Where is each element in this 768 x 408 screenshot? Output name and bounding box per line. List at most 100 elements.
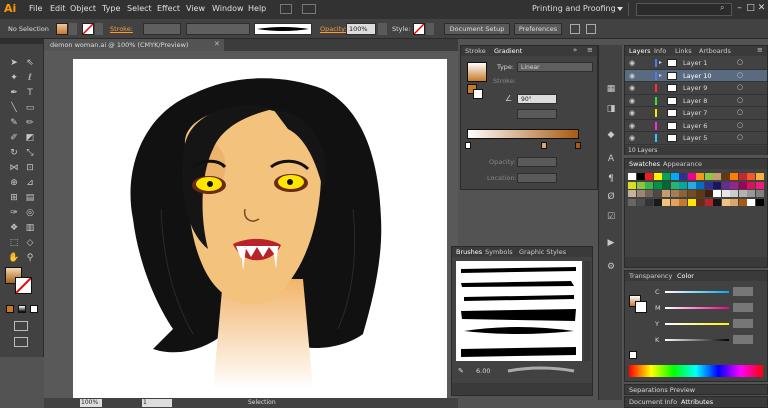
rectangle-tool-icon[interactable]: ▭	[24, 102, 36, 114]
expand-arrow-icon[interactable]: ▸	[659, 72, 662, 79]
color-swatch[interactable]	[738, 198, 747, 206]
color-swatch[interactable]	[679, 190, 687, 197]
color-swatch[interactable]	[713, 190, 721, 197]
eyedropper-tool-icon[interactable]: ✑	[8, 207, 20, 219]
menu-file[interactable]: File	[29, 4, 42, 13]
search-icon[interactable]: ⌕	[720, 3, 724, 13]
tab-transparency[interactable]: Transparency	[629, 272, 672, 280]
layer-row[interactable]: ◉ Layer 9 ○	[625, 82, 767, 95]
color-swatch[interactable]	[747, 173, 755, 180]
color-swatch[interactable]	[755, 198, 764, 206]
screen-mode-icon[interactable]	[14, 337, 28, 347]
variable-width-profile[interactable]	[186, 23, 250, 35]
color-swatch[interactable]	[704, 198, 713, 206]
tab-color[interactable]: Color	[677, 272, 694, 280]
gradient-mode-icon[interactable]	[18, 305, 26, 313]
target-icon[interactable]: ○	[737, 96, 743, 104]
color-swatch[interactable]	[645, 173, 653, 180]
layer-name[interactable]: Layer 6	[683, 122, 707, 130]
color-swatch[interactable]	[696, 173, 704, 180]
eye-icon[interactable]: ◉	[629, 109, 635, 117]
checklist-panel-icon[interactable]: ☑	[605, 211, 617, 223]
menu-window[interactable]: Window	[212, 4, 244, 13]
color-swatch[interactable]	[628, 181, 636, 189]
layer-name[interactable]: Layer 1	[683, 59, 707, 67]
color-swatch[interactable]	[653, 173, 662, 180]
stroke-dropdown[interactable]	[95, 23, 103, 35]
color-swatch[interactable]	[670, 198, 679, 206]
line-tool-icon[interactable]: ╲	[8, 102, 20, 114]
color-swatch[interactable]	[670, 190, 679, 197]
transform-panel-icon[interactable]: ▦	[605, 83, 617, 95]
layer-name[interactable]: Layer 8	[683, 97, 707, 105]
color-swatch[interactable]	[738, 190, 747, 197]
color-swatch[interactable]	[747, 198, 755, 206]
layer-name[interactable]: Layer 5	[683, 134, 707, 142]
menu-effect[interactable]: Effect	[157, 4, 180, 13]
eye-icon[interactable]: ◉	[629, 72, 635, 80]
color-swatch[interactable]	[721, 198, 730, 206]
color-swatch[interactable]	[730, 198, 738, 206]
tab-appearance[interactable]: Appearance	[663, 160, 702, 168]
layer-name[interactable]: Layer 10	[683, 72, 711, 80]
stroke-color-box[interactable]	[15, 277, 32, 294]
tab-gradient[interactable]: Gradient	[494, 47, 522, 55]
lasso-tool-icon[interactable]: ℓ	[24, 72, 36, 84]
color-swatch[interactable]	[636, 190, 645, 197]
channel-m-field[interactable]	[733, 303, 753, 312]
document-tab[interactable]: demon woman.ai @ 100% (CMYK/Preview)	[44, 39, 224, 51]
color-swatch[interactable]	[696, 198, 704, 206]
color-swatch[interactable]	[687, 181, 696, 189]
arrange-documents-icon[interactable]	[302, 4, 316, 14]
style-swatch[interactable]	[413, 23, 425, 35]
tab-stroke[interactable]: Stroke	[465, 47, 486, 55]
eye-icon[interactable]: ◉	[629, 84, 635, 92]
zoom-field[interactable]: 100%	[80, 399, 102, 407]
gradient-stop-start[interactable]	[465, 142, 471, 149]
artboard-number-field[interactable]: 1	[142, 399, 172, 407]
eraser-tool-icon[interactable]: ◩	[24, 132, 36, 144]
target-icon[interactable]: ○	[737, 71, 743, 79]
gradient-type-select[interactable]: Linear	[517, 62, 593, 72]
color-swatch[interactable]	[645, 190, 653, 197]
target-icon[interactable]: ○	[737, 133, 743, 141]
perspective-grid-tool-icon[interactable]: ⊿	[24, 177, 36, 189]
color-swatch[interactable]	[747, 181, 755, 189]
glyphs-panel-icon[interactable]: Ø	[605, 191, 617, 203]
color-swatch[interactable]	[662, 181, 670, 189]
none-mode-icon[interactable]	[30, 305, 38, 313]
free-transform-tool-icon[interactable]: ⊡	[24, 162, 36, 174]
fill-dropdown[interactable]	[69, 23, 77, 35]
attributes-tab[interactable]: Attributes	[681, 398, 713, 406]
layer-row[interactable]: ◉ ▸ Layer 1 ○	[625, 57, 767, 70]
color-swatch[interactable]	[653, 190, 662, 197]
color-swatch[interactable]	[755, 190, 764, 197]
separations-preview-tab[interactable]: Separations Preview	[629, 386, 695, 394]
layer-row[interactable]: ◉ Layer 7 ○	[625, 107, 767, 120]
opacity-dropdown[interactable]	[378, 23, 387, 35]
target-icon[interactable]: ○	[737, 83, 743, 91]
align-panel-icon[interactable]: ◆	[605, 129, 617, 141]
mesh-tool-icon[interactable]: ⊞	[8, 192, 20, 204]
tab-brushes[interactable]: Brushes	[456, 248, 482, 256]
target-icon[interactable]: ○	[737, 108, 743, 116]
brush-definition[interactable]	[254, 23, 312, 35]
layer-row[interactable]: ◉ Layer 8 ○	[625, 95, 767, 107]
color-spectrum[interactable]	[629, 365, 763, 377]
gradient-preview[interactable]	[467, 62, 487, 82]
symbol-sprayer-tool-icon[interactable]: ❖	[8, 222, 20, 234]
color-swatch[interactable]	[636, 181, 645, 189]
gradient-slider[interactable]	[467, 129, 579, 139]
color-swatch[interactable]	[628, 190, 636, 197]
color-swatch[interactable]	[687, 173, 696, 180]
tab-info[interactable]: Info	[654, 47, 666, 55]
color-swatch[interactable]	[636, 173, 645, 180]
artboard[interactable]	[73, 59, 447, 400]
color-swatch[interactable]	[628, 198, 636, 206]
brush-list[interactable]	[456, 261, 582, 361]
color-swatch[interactable]	[738, 173, 747, 180]
blob-brush-tool-icon[interactable]: ✐	[8, 132, 20, 144]
bridge-icon[interactable]	[280, 4, 292, 14]
color-swatch[interactable]	[755, 173, 764, 180]
menu-edit[interactable]: Edit	[50, 4, 66, 13]
